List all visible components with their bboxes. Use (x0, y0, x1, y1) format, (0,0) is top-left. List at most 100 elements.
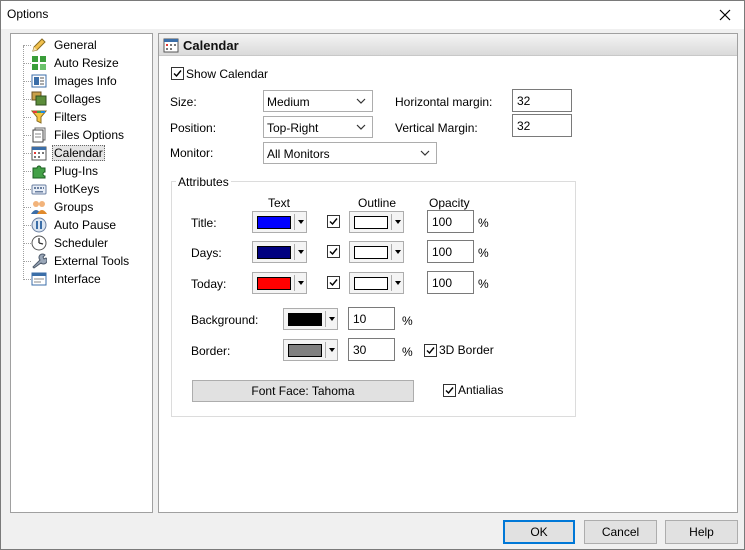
border-color-button[interactable] (283, 339, 338, 361)
tree-item-filters[interactable]: Filters (11, 108, 151, 126)
tree-branch (23, 117, 31, 118)
pause-icon (31, 217, 47, 233)
tree-item-label: Calendar (52, 145, 105, 161)
cancel-button[interactable]: Cancel (584, 520, 657, 544)
today-text-color-button[interactable] (252, 272, 307, 294)
collages-icon (31, 91, 47, 106)
dropdown-arrow-icon (395, 281, 401, 285)
tree-item-collages[interactable]: Collages (11, 90, 151, 108)
options-window: Options General Auto Resize Images Info … (0, 0, 745, 550)
divider (391, 244, 392, 260)
title-text-color-button[interactable] (252, 211, 307, 233)
title-opacity-field[interactable] (428, 211, 473, 232)
tree-item-general[interactable]: General (11, 36, 151, 54)
options-tree: General Auto Resize Images Info Collages… (10, 33, 153, 513)
help-button[interactable]: Help (665, 520, 738, 544)
checkmark-icon (445, 387, 454, 395)
tree-item-files-options[interactable]: Files Options (11, 126, 151, 144)
tree-item-auto-resize[interactable]: Auto Resize (11, 54, 151, 72)
tree-branch (23, 99, 31, 100)
tree-item-label: Collages (54, 92, 101, 106)
attributes-title: Attributes (176, 175, 231, 189)
days-opacity-input[interactable] (427, 240, 474, 263)
dropdown-arrow-icon (298, 250, 304, 254)
panel-header: Calendar (159, 34, 737, 56)
filter-icon (31, 110, 47, 124)
show-calendar-checkbox[interactable] (171, 67, 184, 80)
background-color-button[interactable] (283, 308, 338, 330)
today-opacity-input[interactable] (427, 271, 474, 294)
size-select[interactable]: Medium (263, 90, 373, 112)
divider (294, 244, 295, 260)
divider (294, 214, 295, 230)
dropdown-arrow-icon (395, 250, 401, 254)
border-opacity-field[interactable] (349, 339, 394, 360)
3d-border-label: 3D Border (439, 343, 494, 357)
percent-label: % (478, 216, 489, 230)
tree-item-label: Auto Pause (54, 218, 117, 232)
close-button[interactable] (706, 1, 744, 29)
tree-item-hotkeys[interactable]: HotKeys (11, 180, 151, 198)
color-swatch (354, 216, 388, 229)
today-outline-color-button[interactable] (349, 272, 404, 294)
position-select[interactable]: Top-Right (263, 116, 373, 138)
background-opacity-field[interactable] (349, 308, 394, 329)
monitor-select[interactable]: All Monitors (263, 142, 437, 164)
tree-item-label: Filters (54, 110, 87, 124)
tree-item-scheduler[interactable]: Scheduler (11, 234, 151, 252)
tree-branch (23, 243, 31, 244)
horizontal-margin-field[interactable] (513, 90, 571, 111)
tree-item-auto-pause[interactable]: Auto Pause (11, 216, 151, 234)
tree-item-external-tools[interactable]: External Tools (11, 252, 151, 270)
tree-item-calendar[interactable]: Calendar (11, 144, 151, 162)
days-outline-color-button[interactable] (349, 241, 404, 263)
divider (391, 214, 392, 230)
keyboard-icon (31, 184, 47, 195)
title-outline-checkbox[interactable] (327, 215, 340, 228)
tree-item-label: Images Info (54, 74, 117, 88)
today-outline-checkbox[interactable] (327, 276, 340, 289)
tree-item-images-info[interactable]: Images Info (11, 72, 151, 90)
today-opacity-field[interactable] (428, 272, 473, 293)
ok-button[interactable]: OK (503, 520, 575, 544)
tree-item-interface[interactable]: Interface (11, 270, 151, 288)
tree-branch (23, 207, 31, 208)
panel-title: Calendar (183, 38, 239, 53)
dropdown-arrow-icon (395, 220, 401, 224)
groups-icon (31, 201, 47, 214)
percent-label: % (402, 314, 413, 328)
tree-item-groups[interactable]: Groups (11, 198, 151, 216)
vertical-margin-input[interactable] (512, 114, 572, 137)
size-label: Size: (170, 95, 197, 109)
days-opacity-field[interactable] (428, 241, 473, 262)
background-opacity-input[interactable] (348, 307, 395, 330)
border-opacity-input[interactable] (348, 338, 395, 361)
days-text-color-button[interactable] (252, 241, 307, 263)
antialias-label: Antialias (458, 383, 504, 397)
tree-item-label: Auto Resize (54, 56, 119, 70)
3d-border-checkbox[interactable] (424, 344, 437, 357)
vertical-margin-label: Vertical Margin: (395, 121, 478, 135)
days-outline-checkbox[interactable] (327, 245, 340, 258)
show-calendar-label: Show Calendar (186, 67, 269, 81)
opacity-column-header: Opacity (429, 196, 470, 210)
tree-item-label: HotKeys (54, 182, 100, 196)
vertical-margin-field[interactable] (513, 115, 571, 136)
tree-branch (23, 81, 31, 82)
background-label: Background: (191, 313, 259, 327)
position-label: Position: (170, 121, 217, 135)
horizontal-margin-label: Horizontal margin: (395, 95, 493, 109)
size-value: Medium (267, 95, 310, 109)
tree-branch (23, 225, 31, 226)
monitor-value: All Monitors (267, 147, 330, 161)
color-swatch (257, 246, 291, 259)
tree-item-label: External Tools (54, 254, 130, 268)
font-face-button[interactable]: Font Face: Tahoma (192, 380, 414, 402)
antialias-checkbox[interactable] (443, 384, 456, 397)
title-outline-color-button[interactable] (349, 211, 404, 233)
horizontal-margin-input[interactable] (512, 89, 572, 112)
divider (294, 275, 295, 291)
tree-item-plug-ins[interactable]: Plug-Ins (11, 162, 151, 180)
title-opacity-input[interactable] (427, 210, 474, 233)
tree-branch (23, 153, 31, 154)
